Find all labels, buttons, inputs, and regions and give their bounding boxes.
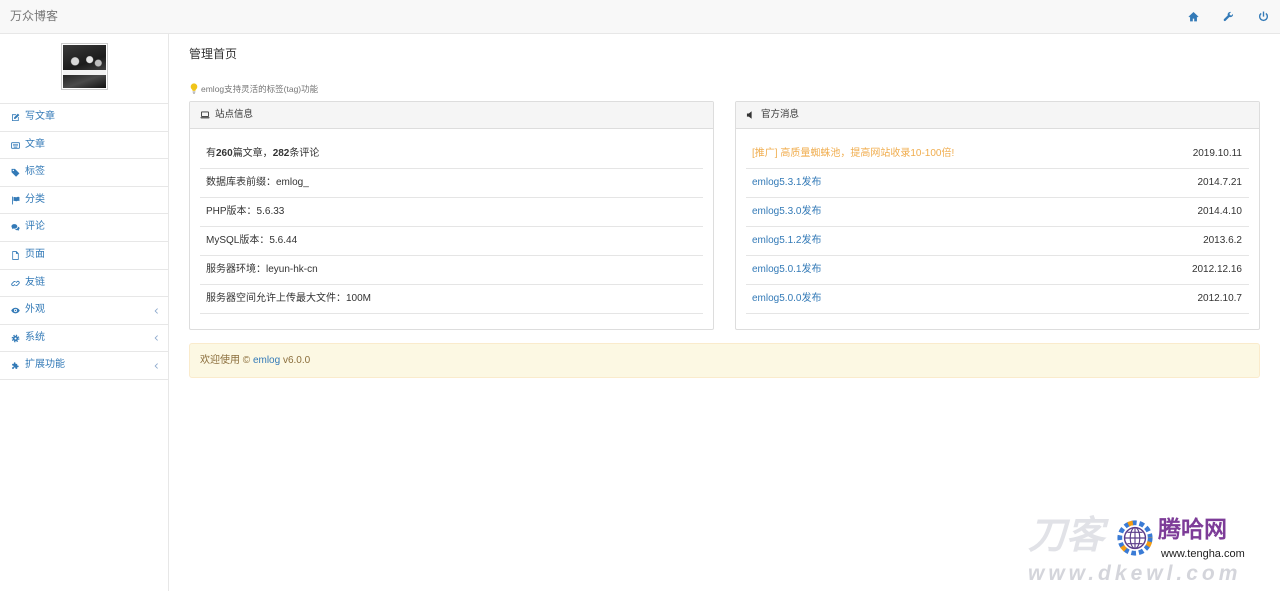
welcome-alert: 欢迎使用 © emlog v6.0.0 xyxy=(189,343,1260,378)
sidebar-item-label: 写文章 xyxy=(25,111,55,122)
news-item: emlog5.3.1发布 2014.7.21 xyxy=(746,169,1249,198)
news-link[interactable]: emlog5.0.1发布 xyxy=(752,264,821,275)
site-info-heading: 站点信息 xyxy=(190,102,713,129)
avatar[interactable] xyxy=(61,43,108,90)
chevron-left-icon xyxy=(153,307,160,315)
power-icon[interactable] xyxy=(1258,11,1269,22)
site-info-title: 站点信息 xyxy=(215,109,254,120)
emlog-link[interactable]: emlog xyxy=(253,355,280,366)
site-brand-link[interactable]: 万众博客 xyxy=(10,0,58,33)
watermark-faded-text: 刀客 xyxy=(1028,515,1105,557)
sidebar-item-comments[interactable]: 评论 xyxy=(0,214,168,242)
sidebar-item-appearance[interactable]: 外观 xyxy=(0,297,168,325)
wrench-icon[interactable] xyxy=(1223,11,1234,22)
news-panel: 官方消息 [推广] 高质量蜘蛛池，提高网站收录10-100倍! 2019.10.1… xyxy=(735,101,1260,330)
list-icon xyxy=(11,141,20,150)
sidebar-item-posts[interactable]: 文章 xyxy=(0,132,168,160)
edit-icon xyxy=(11,113,20,122)
avatar-image xyxy=(63,45,106,88)
sidebar-item-label: 友链 xyxy=(25,276,45,288)
laptop-icon xyxy=(200,110,210,120)
chevron-left-icon xyxy=(153,362,160,370)
top-navbar: 万众博客 xyxy=(0,0,1280,34)
volume-icon xyxy=(746,110,756,120)
sidebar-item-pages[interactable]: 页面 xyxy=(0,242,168,270)
site-stats-row: 有260篇文章，282条评论 xyxy=(200,140,703,169)
news-link[interactable]: [推广] 高质量蜘蛛池，提高网站收录10-100倍! xyxy=(752,148,954,159)
news-item: [推广] 高质量蜘蛛池，提高网站收录10-100倍! 2019.10.11 xyxy=(746,140,1249,169)
puzzle-icon xyxy=(11,361,20,370)
post-count: 260 xyxy=(216,148,233,159)
db-prefix-row: 数据库表前缀：emlog_ xyxy=(200,169,703,198)
sidebar-item-links[interactable]: 友链 xyxy=(0,270,168,298)
sidebar-item-label: 分类 xyxy=(25,193,45,205)
news-item: emlog5.0.1发布 2012.12.16 xyxy=(746,256,1249,285)
eye-icon xyxy=(11,306,20,315)
watermark-logo-icon xyxy=(1116,519,1154,557)
news-date: 2012.12.16 xyxy=(1191,264,1242,275)
news-date: 2019.10.11 xyxy=(1192,148,1242,159)
server-env-row: 服务器环境：leyun-hk-cn xyxy=(200,256,703,285)
news-link[interactable]: emlog5.3.0发布 xyxy=(752,206,821,217)
comments-icon xyxy=(11,223,20,232)
sidebar-item-label: 页面 xyxy=(25,248,45,260)
tip-text: emlog支持灵活的标签(tag)功能 xyxy=(201,84,319,94)
home-icon[interactable] xyxy=(1188,11,1199,22)
news-item: emlog5.1.2发布 2013.6.2 xyxy=(746,227,1249,256)
sidebar-item-system[interactable]: 系统 xyxy=(0,325,168,353)
sidebar-item-label: 系统 xyxy=(25,331,45,343)
news-link[interactable]: emlog5.1.2发布 xyxy=(752,235,821,246)
sidebar-item-extensions[interactable]: 扩展功能 xyxy=(0,352,168,380)
stats-prefix: 有 xyxy=(206,148,216,159)
news-list: [推广] 高质量蜘蛛池，提高网站收录10-100倍! 2019.10.11 eml… xyxy=(736,129,1259,314)
watermark-url: www.tengha.com xyxy=(1161,548,1245,560)
max-upload-row: 服务器空间允许上传最大文件：100M xyxy=(200,285,703,314)
sidebar-item-label: 文章 xyxy=(25,138,45,150)
php-version-row: PHP版本：5.6.33 xyxy=(200,198,703,227)
news-link[interactable]: emlog5.3.1发布 xyxy=(752,177,821,188)
welcome-prefix: 欢迎使用 © xyxy=(200,355,253,366)
comment-count: 282 xyxy=(272,148,290,159)
flag-icon xyxy=(11,196,20,205)
mysql-version-row: MySQL版本：5.6.44 xyxy=(200,227,703,256)
sidebar-item-label: 外观 xyxy=(25,304,45,316)
news-item: emlog5.0.0发布 2012.10.7 xyxy=(746,285,1249,314)
sidebar: 写文章 文章 标签 分类 评论 页面 友链 外观 系统 扩展功能 xyxy=(0,34,169,591)
sidebar-menu: 写文章 文章 标签 分类 评论 页面 友链 外观 系统 扩展功能 xyxy=(0,104,168,380)
site-info-list: 有260篇文章，282条评论 数据库表前缀：emlog_ PHP版本：5.6.3… xyxy=(190,129,713,314)
news-link[interactable]: emlog5.0.0发布 xyxy=(752,293,821,304)
news-item: emlog5.3.0发布 2014.4.10 xyxy=(746,198,1249,227)
sidebar-item-write-post[interactable]: 写文章 xyxy=(0,104,168,132)
gear-icon xyxy=(11,334,20,343)
news-title: 官方消息 xyxy=(761,109,800,120)
tip-line: emlog支持灵活的标签(tag)功能 xyxy=(189,83,489,95)
link-icon xyxy=(11,279,20,288)
watermark-bottom-text: www.dkewl.com xyxy=(1028,562,1242,585)
version-text: v6.0.0 xyxy=(280,355,311,366)
watermark-brand: 腾哈网 xyxy=(1158,516,1227,542)
news-date: 2012.10.7 xyxy=(1197,293,1243,304)
chevron-left-icon xyxy=(153,334,160,342)
news-date: 2014.4.10 xyxy=(1197,206,1243,217)
tags-icon xyxy=(11,168,20,177)
stats-suffix: 条评论 xyxy=(289,148,320,159)
avatar-area xyxy=(0,34,168,104)
news-date: 2014.7.21 xyxy=(1197,177,1243,188)
site-info-panel: 站点信息 有260篇文章，282条评论 数据库表前缀：emlog_ PHP版本：… xyxy=(189,101,714,330)
sidebar-item-label: 标签 xyxy=(25,166,45,178)
sidebar-item-label: 评论 xyxy=(25,221,45,233)
file-icon xyxy=(11,251,20,260)
lightbulb-icon xyxy=(190,83,198,94)
sidebar-item-label: 扩展功能 xyxy=(25,359,65,371)
news-date: 2013.6.2 xyxy=(1203,235,1242,246)
sidebar-item-categories[interactable]: 分类 xyxy=(0,187,168,215)
news-heading: 官方消息 xyxy=(736,102,1259,129)
sidebar-item-tags[interactable]: 标签 xyxy=(0,159,168,187)
stats-mid: 篇文章， xyxy=(232,148,273,159)
page-title: 管理首页 xyxy=(189,47,238,61)
